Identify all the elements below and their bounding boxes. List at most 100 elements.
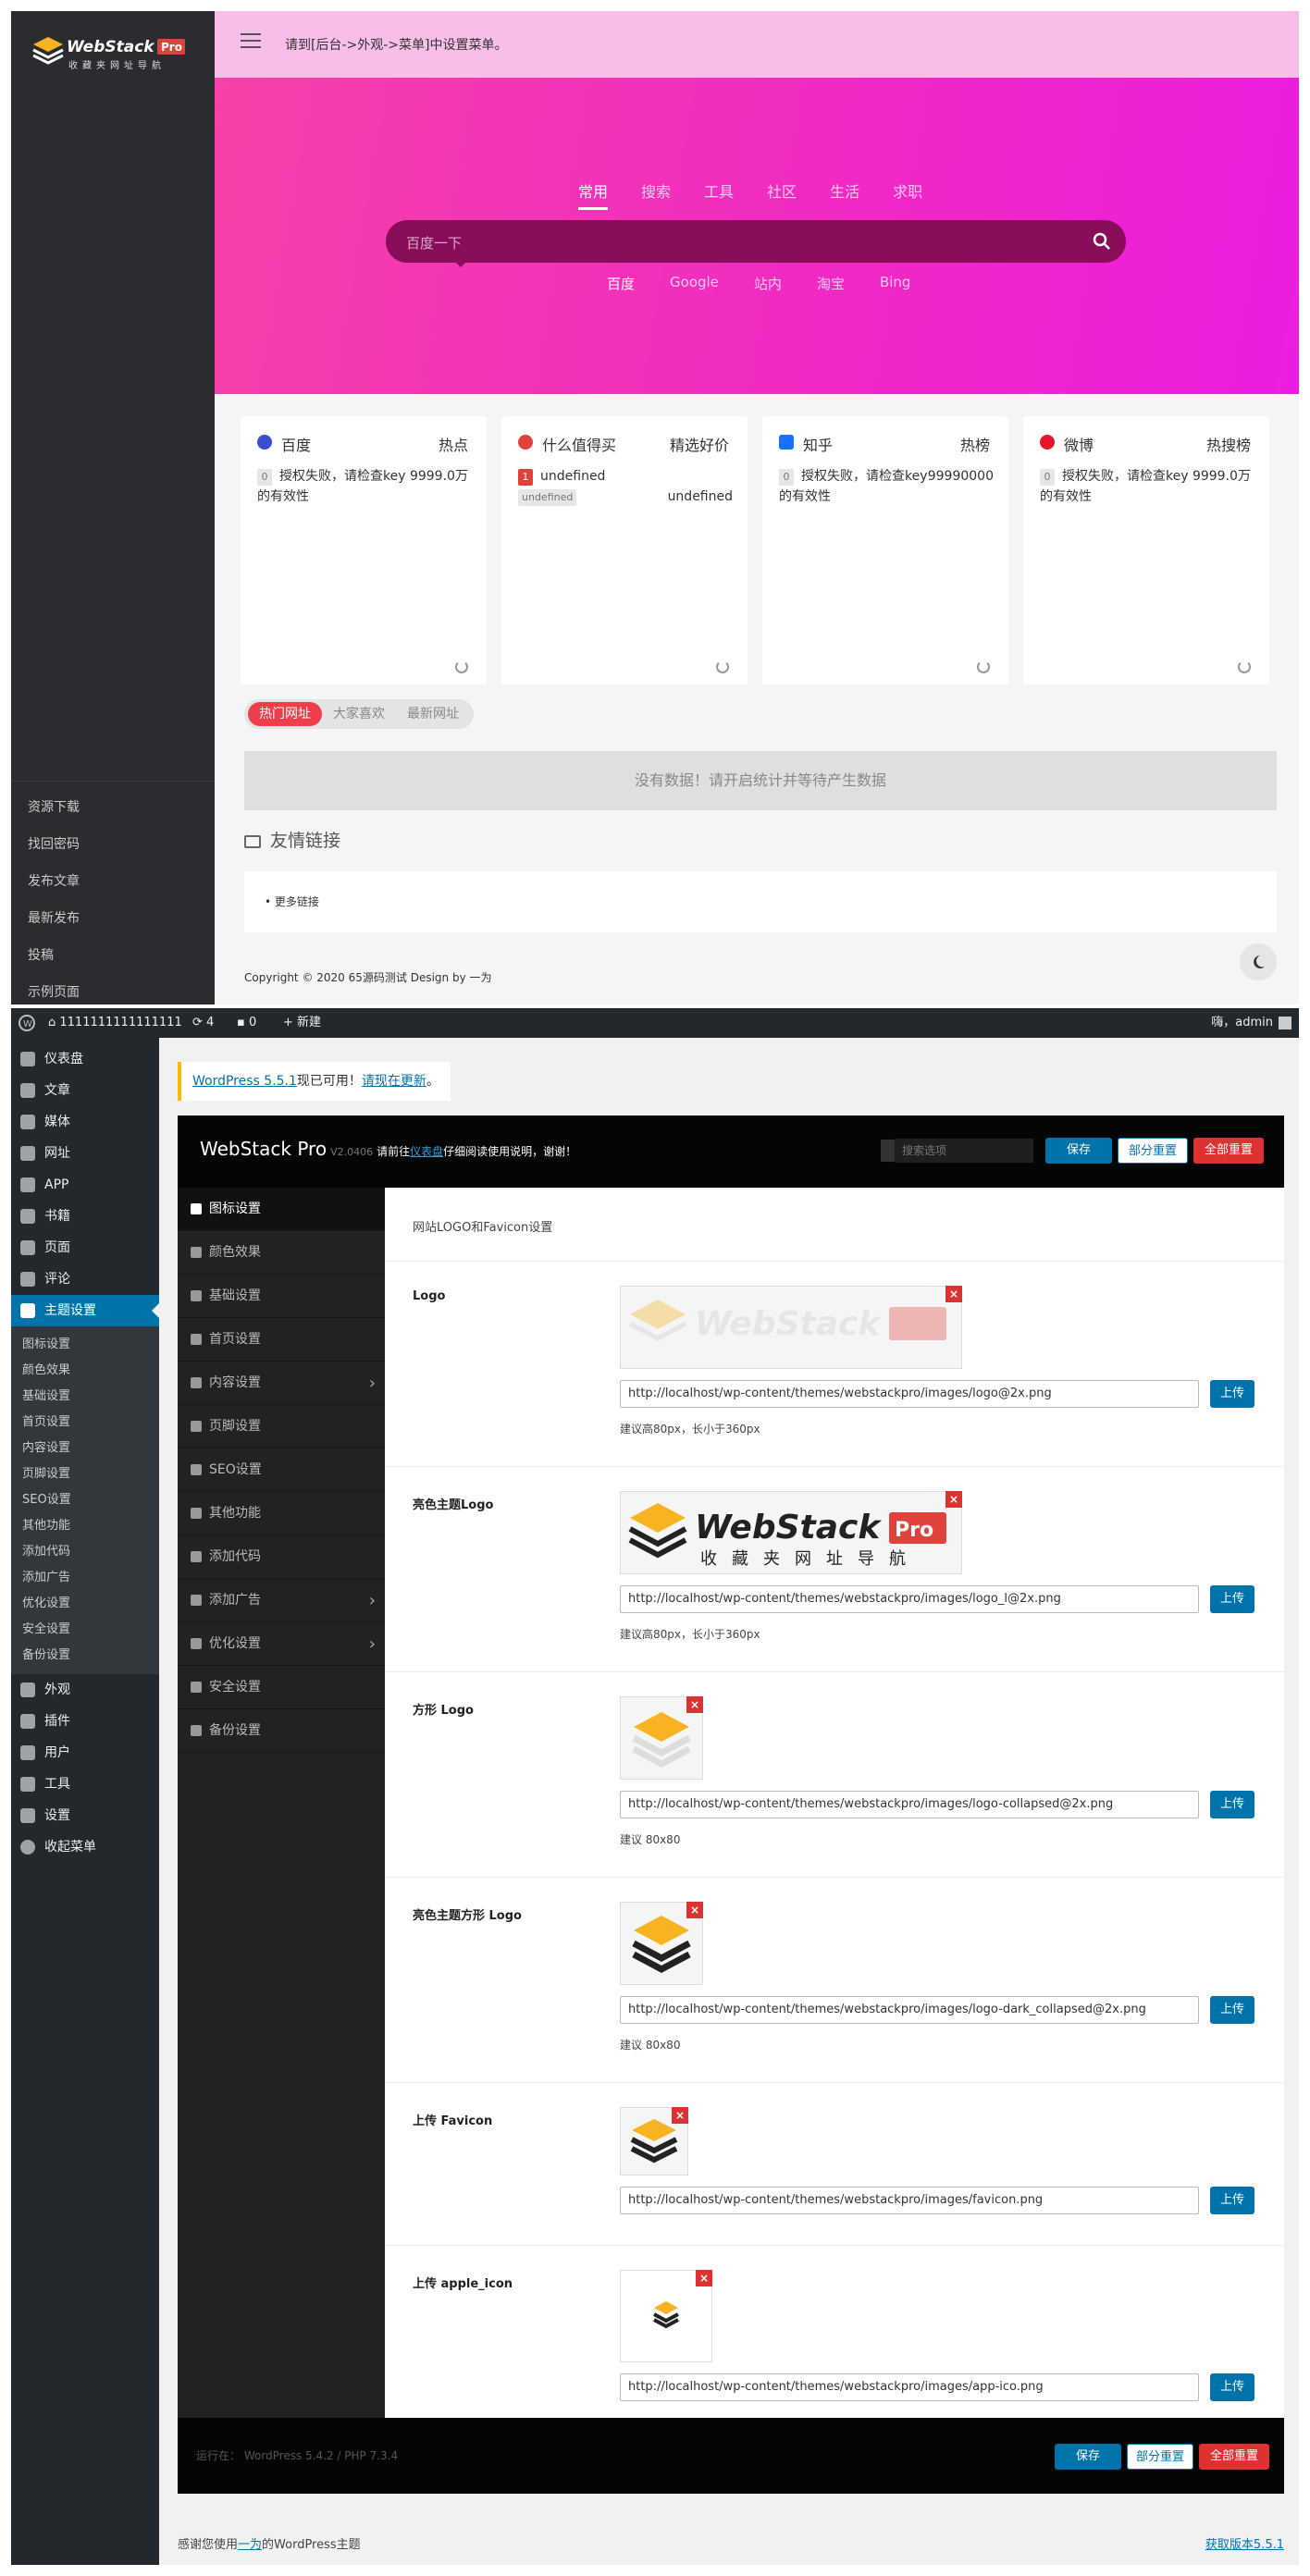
submenu-item[interactable]: 优化设置	[11, 1591, 159, 1617]
menu-pages[interactable]: 页面	[11, 1232, 159, 1263]
menu-sites[interactable]: 网址	[11, 1138, 159, 1169]
card-item[interactable]: 0 授权失败，请检查key 9999.0万的有效性	[257, 466, 472, 507]
hot-tab[interactable]: 大家喜欢	[322, 702, 396, 726]
reset-all-button[interactable]: 全部重置	[1199, 2444, 1269, 2470]
hot-tab[interactable]: 热门网址	[248, 702, 322, 726]
menu-books[interactable]: 书籍	[11, 1201, 159, 1232]
engine-option[interactable]: 淘宝	[817, 274, 845, 293]
remove-image-icon[interactable]: ×	[696, 2270, 712, 2286]
sidebar-link[interactable]: 找回密码	[11, 826, 215, 863]
light-logo-url-input[interactable]: http://localhost/wp-content/themes/webst…	[620, 1585, 1199, 1613]
menu-dashboard[interactable]: 仪表盘	[11, 1043, 159, 1075]
menu-tools[interactable]: 工具	[11, 1769, 159, 1800]
upload-button[interactable]: 上传	[1210, 1380, 1254, 1408]
theme-toggle-button[interactable]	[1240, 943, 1277, 980]
logo-url-input[interactable]: http://localhost/wp-content/themes/webst…	[620, 1380, 1199, 1408]
refresh-icon[interactable]	[716, 660, 729, 673]
hot-tab[interactable]: 最新网址	[396, 702, 470, 726]
menu-plugins[interactable]: 插件	[11, 1706, 159, 1737]
square-logo-url-input[interactable]: http://localhost/wp-content/themes/webst…	[620, 1791, 1199, 1818]
reset-section-button[interactable]: 部分重置	[1118, 1138, 1188, 1164]
reset-all-button[interactable]: 全部重置	[1193, 1138, 1264, 1164]
search-tab[interactable]: 求职	[893, 179, 922, 210]
nav-item[interactable]: 优化设置	[178, 1622, 385, 1666]
upload-button[interactable]: 上传	[1210, 1585, 1254, 1613]
update-now-link[interactable]: 请现在更新	[362, 1074, 426, 1089]
account-menu[interactable]: 嗨，admin	[1211, 1008, 1273, 1038]
apple-icon-url-input[interactable]: http://localhost/wp-content/themes/webst…	[620, 2373, 1199, 2401]
nav-item[interactable]: 添加代码	[178, 1535, 385, 1579]
wordpress-logo-icon[interactable]: W	[19, 1008, 35, 1038]
options-search-input[interactable]: 搜索选项	[895, 1139, 1033, 1163]
card-tag[interactable]: 热榜	[960, 433, 990, 455]
card-item[interactable]: 0 99990000 授权失败，请检查key的有效性	[779, 466, 994, 507]
refresh-icon[interactable]	[977, 660, 990, 673]
save-button[interactable]: 保存	[1055, 2444, 1121, 2470]
nav-item[interactable]: 其他功能	[178, 1492, 385, 1535]
get-version-link[interactable]: 获取版本5.5.1	[1205, 2534, 1284, 2552]
reset-section-button[interactable]: 部分重置	[1127, 2444, 1193, 2470]
favicon-url-input[interactable]: http://localhost/wp-content/themes/webst…	[620, 2187, 1199, 2214]
save-button[interactable]: 保存	[1045, 1138, 1112, 1164]
collapse-menu[interactable]: 收起菜单	[11, 1831, 159, 1863]
search-icon[interactable]	[1091, 230, 1113, 253]
search-tab[interactable]: 常用	[578, 179, 609, 210]
submenu-item[interactable]: 备份设置	[11, 1643, 159, 1669]
comments-link[interactable]: ▪ 0	[237, 1008, 256, 1038]
refresh-icon[interactable]	[455, 660, 468, 673]
sidebar-link[interactable]: 最新发布	[11, 900, 215, 937]
submenu-item[interactable]: 页脚设置	[11, 1461, 159, 1487]
submenu-item[interactable]: 图标设置	[11, 1332, 159, 1358]
engine-option[interactable]: 百度	[607, 274, 635, 293]
submenu-item[interactable]: SEO设置	[11, 1487, 159, 1513]
remove-image-icon[interactable]: ×	[672, 2107, 688, 2124]
upload-button[interactable]: 上传	[1210, 2373, 1254, 2401]
menu-posts[interactable]: 文章	[11, 1075, 159, 1106]
menu-settings[interactable]: 设置	[11, 1800, 159, 1831]
nav-item[interactable]: 首页设置	[178, 1318, 385, 1362]
menu-app[interactable]: APP	[11, 1169, 159, 1201]
submenu-item[interactable]: 首页设置	[11, 1410, 159, 1436]
author-link[interactable]: 一为	[238, 2538, 262, 2552]
site-home-link[interactable]: ⌂ 1111111111111111	[48, 1008, 182, 1038]
submenu-item[interactable]: 添加广告	[11, 1565, 159, 1591]
engine-option[interactable]: Bing	[880, 274, 911, 293]
menu-appearance[interactable]: 外观	[11, 1674, 159, 1706]
submenu-item[interactable]: 内容设置	[11, 1436, 159, 1461]
updates-link[interactable]: ⟳ 4	[192, 1008, 214, 1038]
search-tab[interactable]: 生活	[830, 179, 859, 210]
more-links[interactable]: • 更多链接	[265, 895, 319, 908]
nav-item[interactable]: SEO设置	[178, 1448, 385, 1492]
remove-image-icon[interactable]: ×	[945, 1491, 962, 1508]
nav-item[interactable]: 页脚设置	[178, 1405, 385, 1448]
avatar[interactable]	[1279, 1017, 1291, 1029]
nav-item[interactable]: 备份设置	[178, 1709, 385, 1753]
menu-comments[interactable]: 评论	[11, 1263, 159, 1295]
upload-button[interactable]: 上传	[1210, 2187, 1254, 2214]
submenu-item[interactable]: 基础设置	[11, 1384, 159, 1410]
menu-users[interactable]: 用户	[11, 1737, 159, 1769]
site-logo[interactable]: WebStack Pro 收藏夹网址导航	[31, 31, 207, 78]
new-content-link[interactable]: + 新建	[283, 1008, 321, 1038]
light-square-logo-url-input[interactable]: http://localhost/wp-content/themes/webst…	[620, 1996, 1199, 2024]
sidebar-link[interactable]: 资源下载	[11, 789, 215, 826]
submenu-item[interactable]: 添加代码	[11, 1539, 159, 1565]
remove-image-icon[interactable]: ×	[686, 1902, 703, 1918]
card-tag[interactable]: 精选好价	[670, 433, 729, 455]
upload-button[interactable]: 上传	[1210, 1996, 1254, 2024]
menu-media[interactable]: 媒体	[11, 1106, 159, 1138]
nav-item[interactable]: 颜色效果	[178, 1231, 385, 1275]
engine-option[interactable]: 站内	[754, 274, 782, 293]
submenu-item[interactable]: 其他功能	[11, 1513, 159, 1539]
sidebar-link[interactable]: 示例页面	[11, 974, 215, 1011]
card-tag[interactable]: 热搜榜	[1206, 433, 1251, 455]
remove-image-icon[interactable]: ×	[945, 1286, 962, 1302]
submenu-item[interactable]: 颜色效果	[11, 1358, 159, 1384]
search-tab[interactable]: 工具	[704, 179, 734, 210]
search-input[interactable]: 百度一下	[386, 220, 1126, 263]
engine-option[interactable]: Google	[670, 274, 719, 293]
dashboard-link[interactable]: 仪表盘	[410, 1145, 443, 1158]
menu-toggle-icon[interactable]	[241, 33, 261, 50]
sidebar-link[interactable]: 发布文章	[11, 863, 215, 900]
sidebar-link[interactable]: 投稿	[11, 937, 215, 974]
